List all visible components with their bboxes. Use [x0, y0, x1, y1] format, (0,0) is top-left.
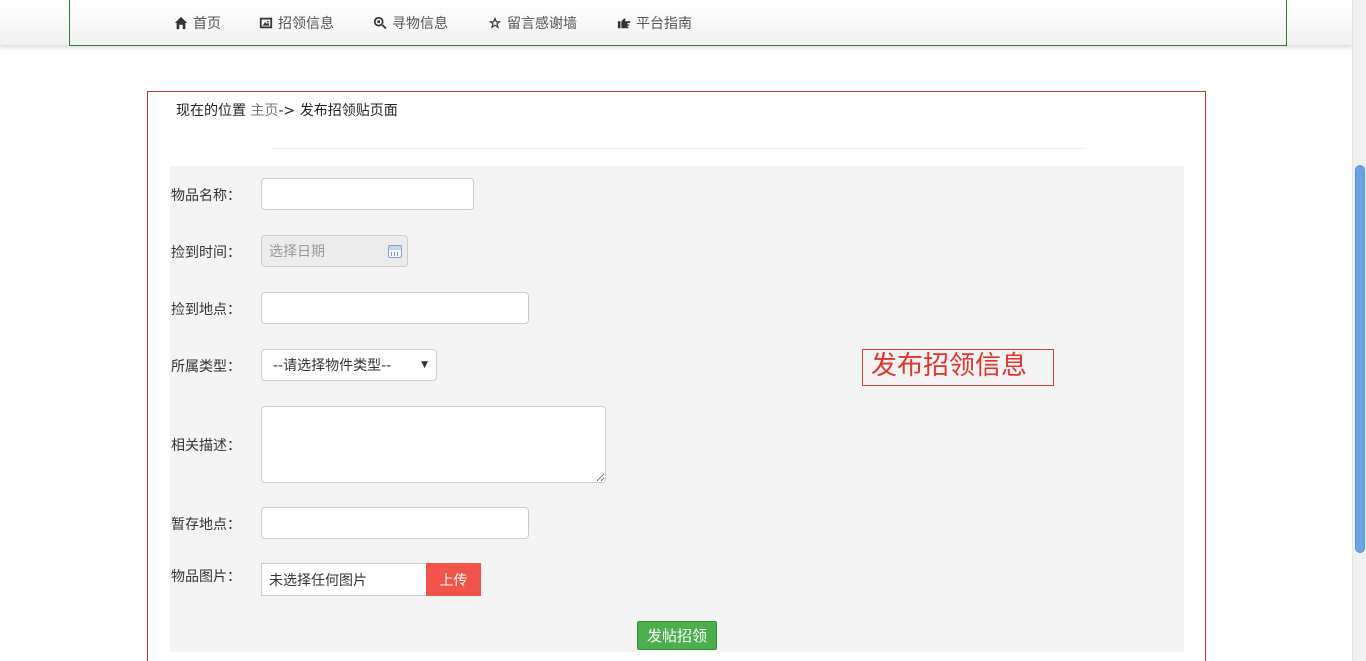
found-time-datepicker[interactable]: 选择日期 [261, 235, 408, 267]
breadcrumb-prefix: 现在的位置 [176, 103, 246, 119]
category-select[interactable]: --请选择物件类型-- ▼ [261, 349, 437, 381]
category-selected-value: --请选择物件类型-- [273, 358, 392, 374]
star-icon [488, 16, 502, 29]
storage-place-label: 暂存地点： [171, 517, 241, 533]
nav-item-label: 平台指南 [636, 16, 692, 32]
navbar-container: 首页 招领信息 寻物信息 留言感谢墙 平台指南 [69, 0, 1287, 46]
nav-item-label: 招领信息 [278, 16, 334, 32]
found-place-input[interactable] [261, 292, 529, 324]
post-found-item-panel: 现在的位置 主页-> 发布招领贴页面 物品名称： 捡到时间： 选择日期 捡到地点… [147, 91, 1206, 661]
description-label: 相关描述： [171, 438, 241, 454]
home-icon [174, 16, 188, 30]
nav-item-thanks-wall[interactable]: 留言感谢墙 [488, 13, 577, 33]
nav-item-found[interactable]: 招领信息 [259, 13, 334, 33]
category-label: 所属类型： [171, 359, 241, 375]
breadcrumb-current: 发布招领贴页面 [299, 103, 398, 119]
calendar-icon[interactable] [388, 245, 402, 258]
breadcrumb-separator: -> [278, 103, 296, 119]
image-file-status: 未选择任何图片 [269, 572, 367, 589]
breadcrumb-home-link[interactable]: 主页 [250, 103, 278, 119]
submit-post-button[interactable]: 发帖招领 [637, 621, 717, 650]
found-time-placeholder: 选择日期 [269, 244, 325, 260]
nav-item-label: 首页 [193, 16, 221, 32]
image-file-input[interactable]: 未选择任何图片 [261, 563, 427, 596]
nav-item-guide[interactable]: 平台指南 [617, 13, 692, 33]
nav-item-home[interactable]: 首页 [174, 13, 221, 33]
nav-item-label: 寻物信息 [392, 16, 448, 32]
nav-item-lost[interactable]: 寻物信息 [373, 13, 448, 33]
top-navbar: 首页 招领信息 寻物信息 留言感谢墙 平台指南 [0, 0, 1352, 46]
breadcrumb: 现在的位置 主页-> 发布招领贴页面 [176, 100, 398, 120]
dropdown-arrow-icon: ▼ [421, 360, 428, 370]
found-time-label: 捡到时间： [171, 245, 241, 261]
divider [271, 148, 1083, 149]
found-place-label: 捡到地点： [171, 302, 241, 318]
hand-right-icon [617, 18, 631, 29]
item-name-label: 物品名称： [171, 188, 241, 204]
search-icon [373, 16, 387, 30]
found-item-form: 物品名称： 捡到时间： 选择日期 捡到地点： 所属类型： --请选择物件类型--… [170, 166, 1184, 652]
item-image-label: 物品图片： [171, 569, 241, 585]
storage-place-input[interactable] [261, 507, 529, 539]
item-name-input[interactable] [261, 178, 474, 210]
page-scrollbar[interactable] [1352, 0, 1366, 661]
picture-icon [259, 17, 273, 29]
scrollbar-thumb[interactable] [1355, 165, 1365, 553]
side-title: 发布招领信息 [862, 349, 1054, 386]
description-textarea[interactable] [261, 406, 606, 483]
upload-button[interactable]: 上传 [426, 563, 481, 596]
nav-item-label: 留言感谢墙 [507, 16, 577, 32]
